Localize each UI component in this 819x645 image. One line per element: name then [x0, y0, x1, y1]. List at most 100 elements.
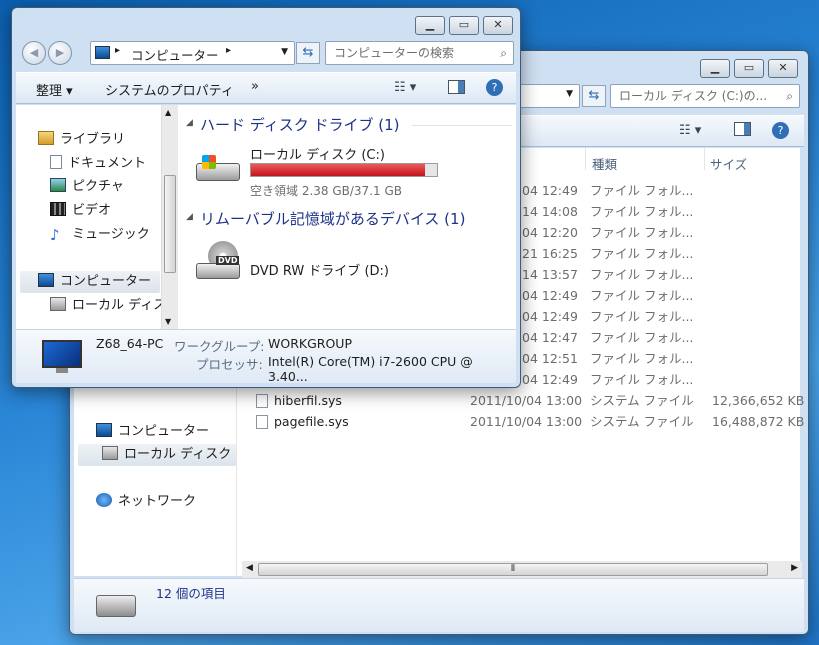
nav-item-videos[interactable]: ビデオ [50, 200, 111, 222]
nav-pane: ライブラリ ドキュメント ピクチャ ビデオ ♪ ミュージック コンピューター ロー… [16, 105, 166, 329]
close-button[interactable]: ✕ [483, 16, 513, 35]
libraries-icon [38, 131, 54, 145]
chevron-down-icon[interactable]: ▼ [566, 89, 573, 99]
type-cell: ファイル フォル... [590, 204, 694, 219]
group-header-hdd[interactable]: ハード ディスク ドライブ (1) [200, 114, 400, 135]
nav-item-local-disk[interactable]: ローカル ディス [50, 295, 166, 317]
drive-c-free-space: 空き領域 2.38 GB/37.1 GB [250, 184, 402, 198]
file-icon [256, 394, 268, 408]
column-header-size[interactable]: サイズ [710, 154, 747, 173]
pc-name: Z68_64-PC [96, 336, 164, 351]
size-cell: 12,366,652 KB [712, 393, 805, 408]
file-icon [256, 415, 268, 429]
breadcrumb-separator[interactable]: ▸ [226, 45, 231, 56]
nav-item-music[interactable]: ♪ ミュージック [50, 224, 150, 246]
drive-d-name[interactable]: DVD RW ドライブ (D:) [250, 260, 389, 279]
details-pane: Z68_64-PC ワークグループ: WORKGROUP プロセッサ: Inte… [16, 329, 516, 384]
nav-scrollbar[interactable]: ▲ ▼ [161, 105, 178, 329]
date-cell: 04 12:49 [522, 309, 578, 324]
workgroup-value: WORKGROUP [268, 336, 352, 351]
content-pane: ◢ ハード ディスク ドライブ (1) ローカル ディスク (C:) 空き領域 … [178, 105, 516, 329]
date-cell: 04 12:51 [522, 351, 578, 366]
drive-c-name[interactable]: ローカル ディスク (C:) [250, 144, 385, 163]
view-options-icon[interactable]: ☷ ▾ [394, 80, 416, 95]
help-icon[interactable]: ? [772, 122, 789, 139]
scroll-up-icon[interactable]: ▲ [165, 108, 171, 117]
nav-item-pictures[interactable]: ピクチャ [50, 176, 124, 198]
search-input[interactable]: コンピューターの検索 ⌕ [325, 41, 514, 65]
windows-logo-icon [202, 155, 216, 169]
preview-pane-icon[interactable] [734, 122, 751, 136]
help-icon[interactable]: ? [486, 79, 503, 96]
breadcrumb-separator[interactable]: ▸ [115, 45, 120, 56]
type-cell: ファイル フォル... [590, 330, 694, 345]
collapse-icon[interactable]: ◢ [186, 212, 193, 222]
search-icon[interactable]: ⌕ [500, 42, 507, 64]
more-commands-button[interactable]: » [251, 79, 259, 94]
date-cell: 04 12:49 [522, 183, 578, 198]
date-cell: 04 12:47 [522, 330, 578, 345]
chevron-down-icon[interactable]: ▼ [281, 47, 288, 57]
status-pane: 12 個の項目 [74, 578, 804, 632]
address-bar[interactable]: ▸ コンピューター ▸ ▼ [90, 41, 295, 65]
size-cell: 16,488,872 KB [712, 414, 805, 429]
system-properties-button[interactable]: システムのプロパティ [105, 80, 234, 99]
drive-icon [102, 446, 118, 460]
scroll-thumb[interactable] [164, 175, 176, 273]
maximize-button[interactable]: ▭ [734, 59, 764, 78]
scroll-down-icon[interactable]: ▼ [165, 317, 171, 326]
network-icon [96, 493, 112, 507]
type-cell: ファイル フォル... [590, 225, 694, 240]
forward-button[interactable]: ▶ [48, 41, 72, 65]
maximize-button[interactable]: ▭ [449, 16, 479, 35]
documents-icon [50, 155, 62, 169]
date-cell: 2011/10/04 13:00 [470, 393, 583, 408]
nav-item-libraries[interactable]: ライブラリ [38, 129, 125, 151]
table-row[interactable]: pagefile.sys 2011/10/04 13:00 システム ファイル 16,… [236, 411, 804, 432]
date-cell: 2011/10/04 13:00 [470, 414, 583, 429]
table-row[interactable]: hiberfil.sys 2011/10/04 13:00 システム ファイル 12,… [236, 390, 804, 411]
group-header-removable[interactable]: リムーバブル記憶域があるデバイス (1) [200, 208, 465, 229]
nav-item-local-disk[interactable]: ローカル ディスク ( [78, 444, 240, 466]
search-input[interactable]: ローカル ディスク (C:)の... ⌕ [610, 84, 800, 108]
processor-label: プロセッサ: [196, 357, 263, 372]
collapse-icon[interactable]: ◢ [186, 118, 193, 128]
close-button[interactable]: ✕ [768, 59, 798, 78]
drive-c-usage-bar [250, 163, 438, 177]
column-header-type[interactable]: 種類 [592, 154, 617, 173]
workgroup-label: ワークグループ: [174, 339, 265, 354]
item-count: 12 個の項目 [156, 586, 226, 601]
type-cell: ファイル フォル... [590, 267, 694, 282]
name-cell: hiberfil.sys [274, 393, 342, 408]
search-icon[interactable]: ⌕ [786, 85, 793, 107]
refresh-icon[interactable]: ⇆ [296, 42, 320, 64]
preview-pane-icon[interactable] [448, 80, 465, 94]
scroll-right-icon[interactable]: ▶ [791, 563, 798, 573]
computer-icon [95, 46, 110, 59]
nav-item-computer[interactable]: コンピューター [20, 271, 160, 293]
minimize-button[interactable]: ▁ [415, 16, 445, 35]
type-cell: ファイル フォル... [590, 309, 694, 324]
drive-icon [50, 297, 66, 311]
pictures-icon [50, 178, 66, 192]
date-cell: 04 12:20 [522, 225, 578, 240]
scroll-left-icon[interactable]: ◀ [246, 563, 253, 573]
view-options-icon[interactable]: ☷ ▾ [679, 123, 701, 138]
organize-button[interactable]: 整理 ▾ [36, 80, 73, 99]
scroll-thumb[interactable]: ⦀ [258, 563, 768, 576]
nav-item-network[interactable]: ネットワーク [96, 491, 196, 513]
processor-value: Intel(R) Core(TM) i7-2600 CPU @ 3.40... [268, 354, 473, 384]
nav-item-documents[interactable]: ドキュメント [50, 153, 146, 175]
refresh-icon[interactable]: ⇆ [582, 85, 606, 107]
horizontal-scrollbar[interactable]: ◀ ⦀ ▶ [242, 561, 802, 578]
drive-icon [96, 595, 136, 617]
nav-item-computer[interactable]: コンピューター [96, 421, 209, 443]
breadcrumb-computer[interactable]: コンピューター [131, 45, 219, 64]
date-cell: 04 12:49 [522, 372, 578, 387]
date-cell: 04 12:49 [522, 288, 578, 303]
drive-c-usage-fill [251, 164, 426, 176]
minimize-button[interactable]: ▁ [700, 59, 730, 78]
back-button[interactable]: ◀ [22, 41, 46, 65]
type-cell: ファイル フォル... [590, 351, 694, 366]
type-cell: システム ファイル [590, 393, 694, 408]
